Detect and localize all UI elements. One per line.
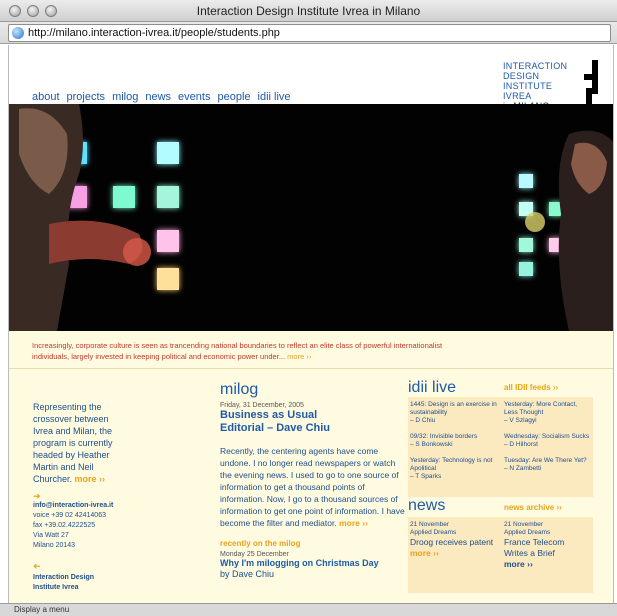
nav-milog[interactable]: milog <box>112 91 138 103</box>
news-item-date: 21 November <box>410 521 450 528</box>
email-link[interactable]: info@interaction-ivrea.it <box>33 501 123 511</box>
intro-more-link[interactable]: more ›› <box>75 474 106 484</box>
news-item-tag: Applied Dreams <box>410 529 457 536</box>
all-feeds-link[interactable]: all IDII feeds ›› <box>504 383 558 392</box>
live-feed-left: 1445: Design is an exercise in sustainab… <box>410 401 498 481</box>
nav-idii-live[interactable]: idii live <box>258 91 291 103</box>
news-archive-link[interactable]: news archive ›› <box>504 503 562 512</box>
contact-fax: fax +39.02.4222525 <box>33 522 96 529</box>
milog-title[interactable]: milog <box>220 381 405 399</box>
live-feed-box: 1445: Design is an exercise in sustainab… <box>408 397 593 497</box>
idii-live-column: idii live all IDII feeds ›› 1445: Design… <box>408 379 593 599</box>
contact-city: Milano 20143 <box>33 542 76 549</box>
hero-caption-text: Increasingly, corporate culture is seen … <box>32 341 443 361</box>
page-viewport: about projects milog news events people … <box>8 45 614 603</box>
live-item-author: – T Sparks <box>410 473 442 480</box>
logo-line: DESIGN <box>503 71 540 81</box>
news-headline-text[interactable]: Droog receives patent <box>410 537 493 547</box>
milog-body-text: Recently, the centering agents have come… <box>220 446 405 528</box>
logo-mark-icon <box>584 60 598 104</box>
arrow-left-icon: ➔ <box>33 561 41 571</box>
news-item-tag: Applied Dreams <box>504 529 551 536</box>
intro-body: Representing the crossover between Ivrea… <box>33 402 113 484</box>
recent-milog-heading: recently on the milog <box>220 539 301 548</box>
hero-caption: Increasingly, corporate culture is seen … <box>32 340 452 362</box>
logo-line: INTERACTION <box>503 61 568 71</box>
main-nav: about projects milog news events people … <box>32 91 291 103</box>
news-item-headline[interactable]: Droog receives patent more ›› <box>410 537 498 559</box>
nav-events[interactable]: events <box>178 91 210 103</box>
hero-image <box>9 104 613 331</box>
news-headline-text[interactable]: France Telecom Writes a Brief <box>504 537 590 559</box>
logo-line: INSTITUTE <box>503 81 553 91</box>
live-item[interactable]: Tuesday: Are We There Yet? <box>504 457 590 465</box>
address-bar: http://milano.interaction-ivrea.it/peopl… <box>0 22 617 44</box>
hero-more-link[interactable]: more ›› <box>287 352 311 361</box>
live-item[interactable]: Wednesday: Socialism Sucks <box>504 433 590 441</box>
live-item-author: – S Bonkowski <box>410 441 453 448</box>
live-item[interactable]: Yesterday: Technology is not Apolitical <box>410 457 498 473</box>
news-more-link[interactable]: more ›› <box>410 548 439 558</box>
live-item-author: – D Hilhorst <box>504 441 538 448</box>
live-item-author: – D Chiu <box>410 417 436 424</box>
url-field[interactable]: http://milano.interaction-ivrea.it/peopl… <box>8 24 611 42</box>
idii-live-title[interactable]: idii live <box>408 379 593 397</box>
url-text[interactable]: http://milano.interaction-ivrea.it/peopl… <box>28 27 280 39</box>
milog-post-subtitle: Editorial – Dave Chiu <box>220 422 331 434</box>
divider <box>9 368 613 369</box>
contact-street: Via Watt 27 <box>33 532 69 539</box>
recent-milog-title[interactable]: Why I'm milogging on Christmas Day <box>220 558 405 569</box>
nav-about[interactable]: about <box>32 91 60 103</box>
status-bar: Display a menu <box>0 603 617 616</box>
milog-column: milog Friday, 31 December, 2005 Business… <box>220 381 405 579</box>
nav-people[interactable]: people <box>217 91 250 103</box>
intro-text: Representing the crossover between Ivrea… <box>33 401 123 485</box>
milog-more-link[interactable]: more ›› <box>339 518 368 528</box>
window-titlebar: Interaction Design Institute Ivrea in Mi… <box>0 0 617 22</box>
live-item[interactable]: Yesterday: More Contact, Less Thought <box>504 401 590 417</box>
live-item[interactable]: 09/32: Invisible borders <box>410 433 498 441</box>
hero-photo <box>9 104 613 331</box>
live-feed-right: Yesterday: More Contact, Less Thought – … <box>504 401 590 473</box>
contact-voice: voice +39 02 42414063 <box>33 512 106 519</box>
milog-post-title[interactable]: Business as Usual <box>220 409 405 422</box>
site-header: about projects milog news events people … <box>9 45 613 111</box>
arrow-right-icon: ➔ <box>33 491 41 501</box>
milog-post-body: Recently, the centering agents have come… <box>220 445 405 529</box>
recent-milog-date: Monday 25 December <box>220 551 289 558</box>
recent-milog-author: by Dave Chiu <box>220 569 275 579</box>
news-item: 21 November Applied Dreams France Teleco… <box>504 521 590 570</box>
hero-caption-band: Increasingly, corporate culture is seen … <box>9 331 613 371</box>
news-title[interactable]: news <box>408 497 445 515</box>
news-more-link[interactable]: more ›› <box>504 559 590 570</box>
live-item[interactable]: 1445: Design is an exercise in sustainab… <box>410 401 498 417</box>
contact-block: ➔ info@interaction-ivrea.it voice +39 02… <box>33 491 123 593</box>
globe-icon <box>12 27 24 39</box>
news-item-date: 21 November <box>504 521 544 528</box>
live-item-author: – N Zambetti <box>504 465 542 472</box>
status-text: Display a menu <box>14 605 70 614</box>
live-item-author: – V Szlagyi <box>504 417 537 424</box>
logo-line: IVREA <box>503 91 532 101</box>
news-item: 21 November Applied Dreams Droog receive… <box>410 521 498 559</box>
intro-column: Representing the crossover between Ivrea… <box>33 401 123 593</box>
milog-date: Friday, 31 December, 2005 <box>220 402 304 409</box>
nav-news[interactable]: news <box>145 91 171 103</box>
nav-projects[interactable]: projects <box>67 91 106 103</box>
window-title: Interaction Design Institute Ivrea in Mi… <box>196 4 421 18</box>
news-box: 21 November Applied Dreams Droog receive… <box>408 517 593 593</box>
org-link-line2[interactable]: Institute Ivrea <box>33 583 123 593</box>
org-link-line1[interactable]: Interaction Design <box>33 573 123 583</box>
